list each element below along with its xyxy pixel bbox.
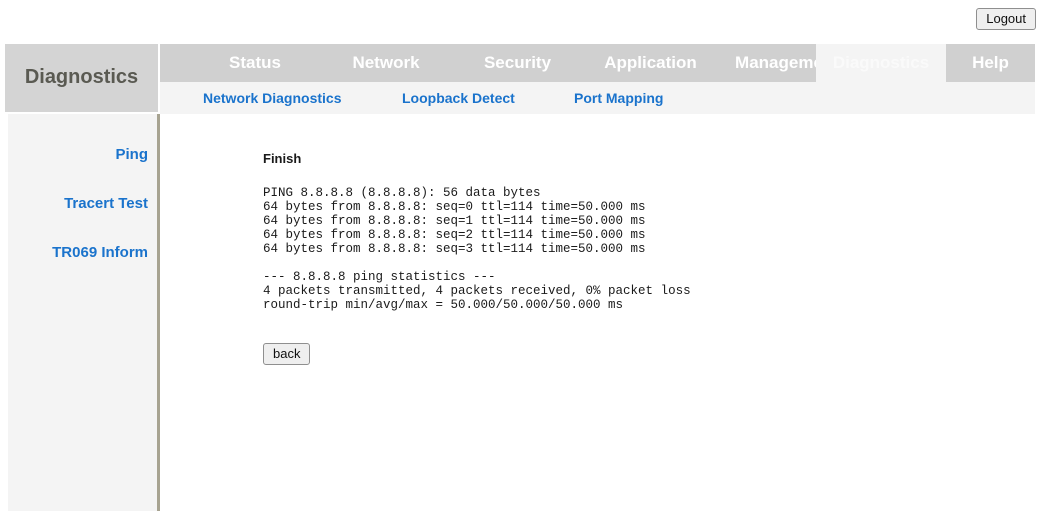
page-title: Diagnostics — [5, 66, 158, 89]
top-utility-bar: Logout — [0, 0, 1064, 44]
sidebar-item-tracert-test[interactable]: Tracert Test — [64, 195, 148, 212]
sidebar-item-ping[interactable]: Ping — [116, 146, 149, 163]
main-menu-item-diagnostics[interactable]: Diagnostics — [816, 44, 946, 82]
sub-menu-bar: Network Diagnostics Loopback Detect Port M… — [160, 82, 1035, 114]
main-menu-item-security[interactable]: Security — [452, 44, 583, 82]
body-area: Ping Tracert Test TR069 Inform Finish PING… — [0, 114, 1064, 511]
main-menu-item-network[interactable]: Network — [320, 44, 452, 82]
navigation-band: Diagnostics StatusNetworkSecurityApplica… — [0, 44, 1064, 114]
router-admin-page: Logout Diagnostics StatusNetworkSecurity… — [0, 0, 1064, 511]
sub-menu-item-network-diagnostics[interactable]: Network Diagnostics — [203, 82, 341, 114]
sidebar-item-tr069-inform[interactable]: TR069 Inform — [52, 244, 148, 261]
main-menu-bar: StatusNetworkSecurityApplicationManageme… — [160, 44, 1035, 82]
main-menu-item-application[interactable]: Application — [583, 44, 718, 82]
sidebar: Ping Tracert Test TR069 Inform — [8, 114, 160, 511]
main-menu-item-status[interactable]: Status — [190, 44, 320, 82]
main-menu-item-help[interactable]: Help — [946, 44, 1035, 82]
sub-menu-item-loopback-detect[interactable]: Loopback Detect — [402, 82, 515, 114]
sub-menu-item-port-mapping[interactable]: Port Mapping — [574, 82, 663, 114]
page-title-block: Diagnostics — [5, 44, 158, 112]
finish-heading: Finish — [263, 151, 301, 166]
back-button[interactable]: back — [263, 343, 310, 365]
logout-button[interactable]: Logout — [976, 8, 1036, 30]
ping-output-text: PING 8.8.8.8 (8.8.8.8): 56 data bytes 64… — [263, 186, 691, 312]
content-panel: Finish PING 8.8.8.8 (8.8.8.8): 56 data b… — [163, 114, 1064, 511]
